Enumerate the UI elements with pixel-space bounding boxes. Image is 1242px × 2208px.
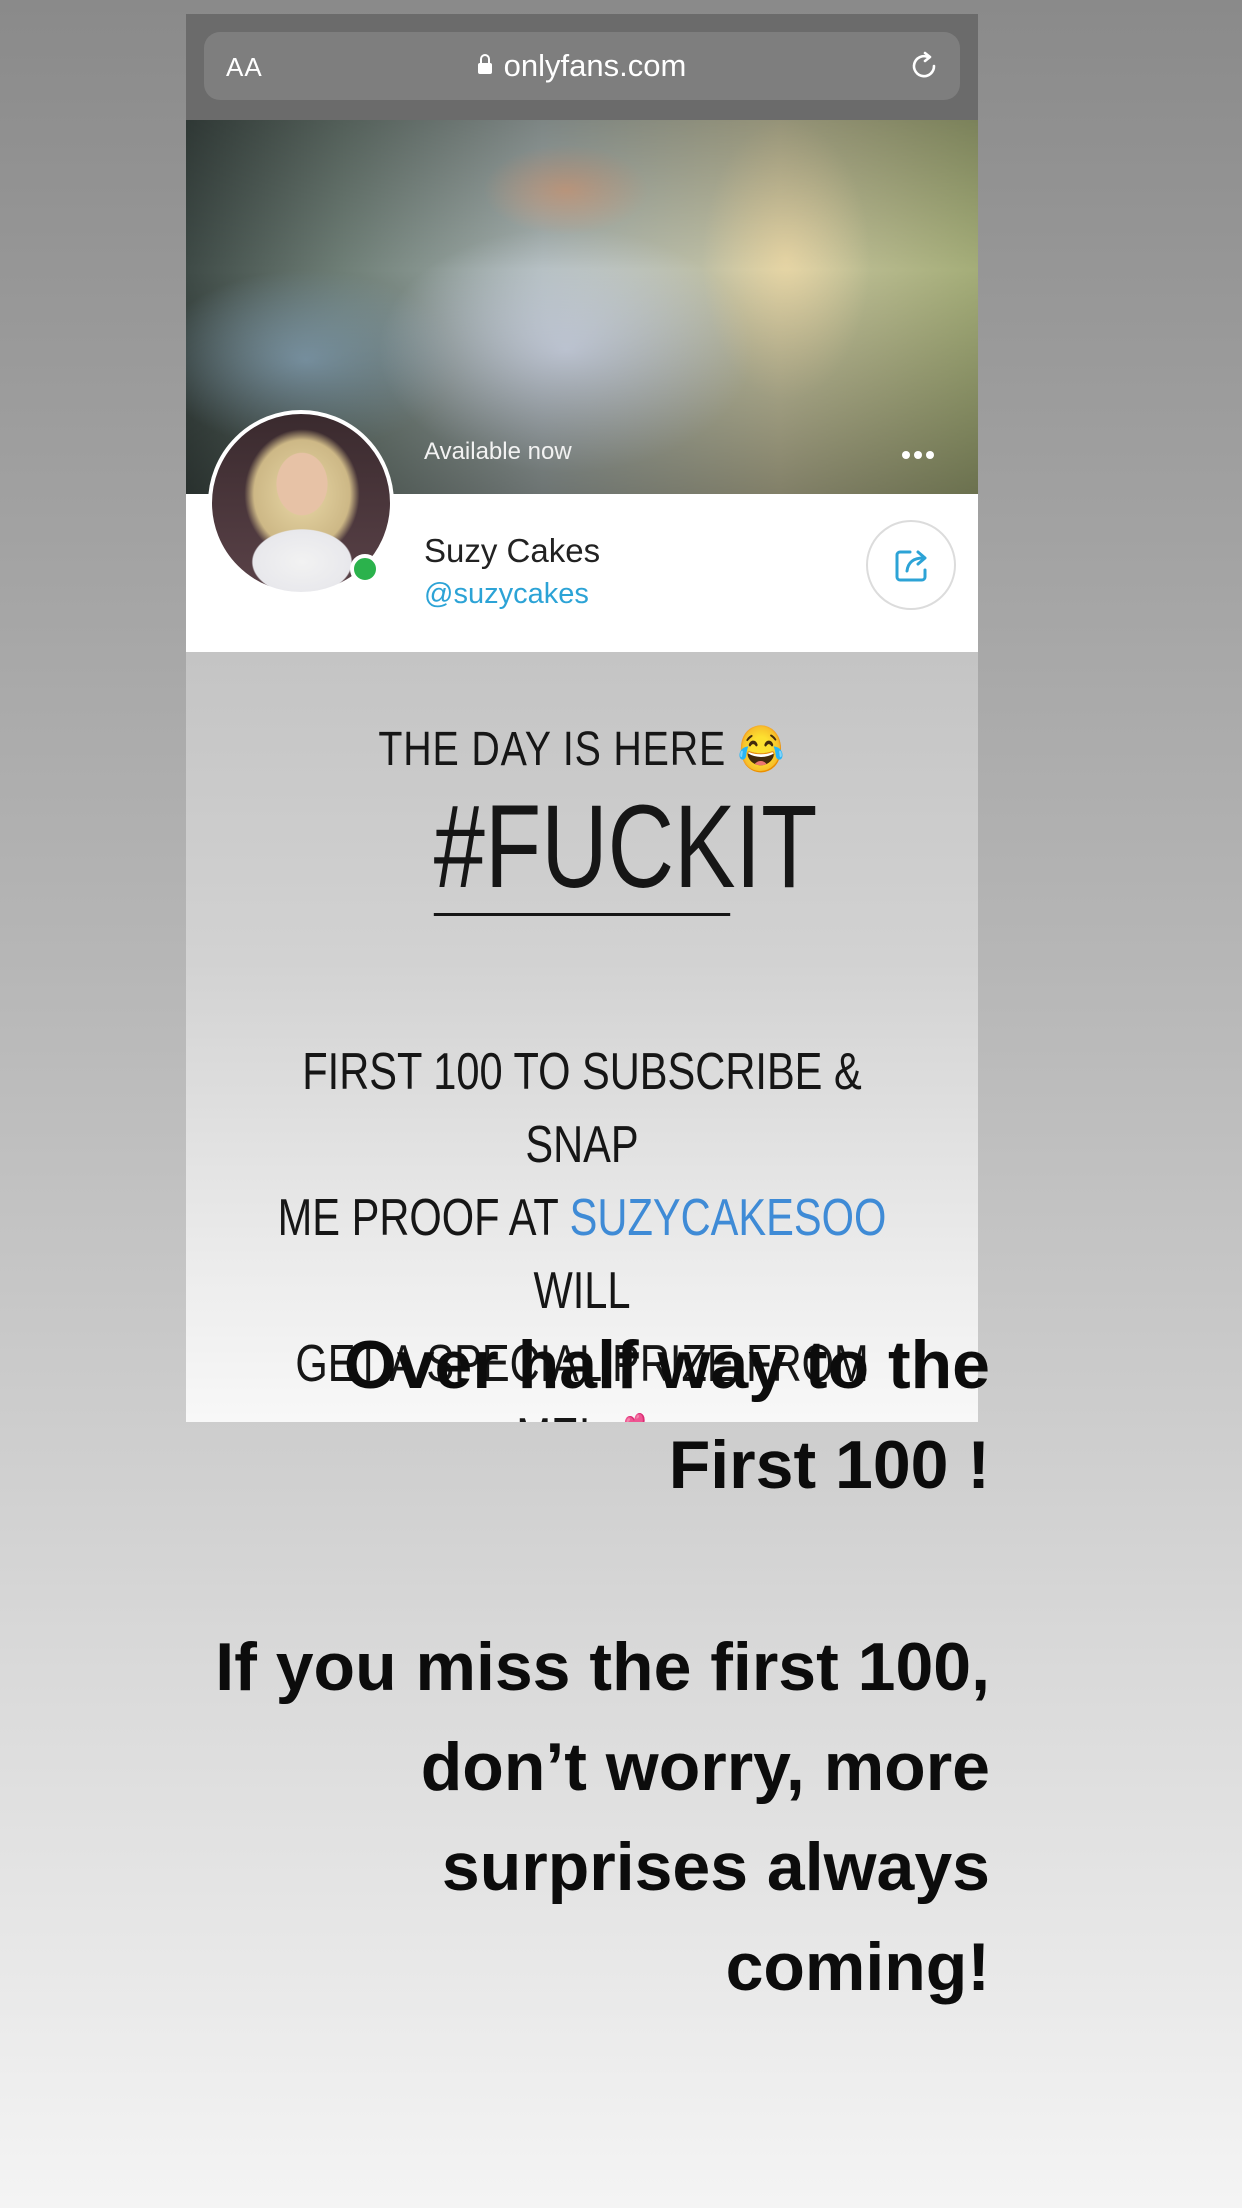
more-options-icon[interactable] — [902, 446, 938, 459]
url-pill[interactable]: AA onlyfans.com — [204, 32, 960, 100]
caption-line-5: surprises always — [441, 1829, 990, 1905]
url-text: onlyfans.com — [503, 48, 687, 83]
availability-status: Available now — [424, 438, 572, 465]
story-headline: THE DAY IS HERE 😂 — [378, 723, 786, 776]
phone-screenshot: AA onlyfans.com Available now Suzy Cakes… — [186, 14, 978, 1422]
url-field[interactable]: onlyfans.com — [204, 48, 960, 84]
share-icon — [895, 550, 927, 582]
lock-icon — [477, 54, 492, 74]
caption-line-3: If you miss the first 100, — [215, 1629, 990, 1705]
snap-username: SUZYCAKESOO — [569, 1189, 887, 1247]
hearts-emoji: 💕 — [602, 1415, 648, 1422]
caption-line-4: don’t worry, more — [420, 1729, 990, 1805]
reload-icon[interactable] — [904, 46, 944, 86]
profile-handle[interactable]: @suzycakes — [424, 578, 589, 611]
caption-line-2: First 100 ! — [668, 1427, 990, 1503]
laughing-emoji: 😂 — [737, 723, 786, 775]
profile-name[interactable]: Suzy Cakes — [424, 532, 600, 570]
caption-line-1: Over half way to the — [343, 1327, 990, 1403]
online-status-dot — [350, 554, 380, 584]
caption-line-6: coming! — [725, 1929, 990, 2005]
share-button[interactable] — [866, 520, 956, 610]
story-post: THE DAY IS HERE 😂 #FUCKIT FIRST 100 TO S… — [186, 652, 978, 1422]
browser-address-bar: AA onlyfans.com — [186, 14, 978, 120]
story-hashtag: #FUCKIT — [433, 787, 817, 916]
